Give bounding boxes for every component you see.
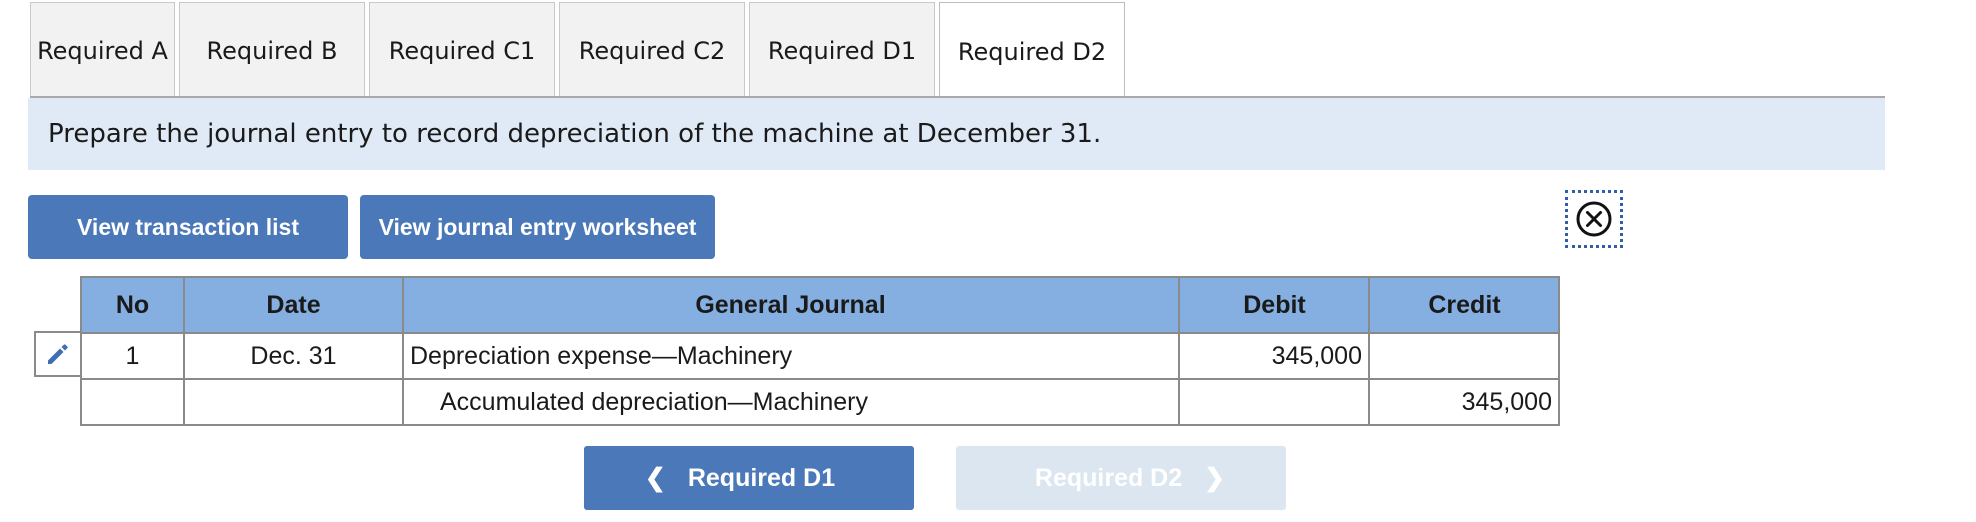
cell-account: Depreciation expense—Machinery (402, 332, 1180, 380)
edit-entry-button[interactable] (34, 331, 82, 377)
tab-label: Required A (37, 36, 168, 65)
cell-date: Dec. 31 (183, 332, 404, 380)
cell-no (80, 378, 185, 426)
tab-required-d1[interactable]: Required D1 (749, 2, 935, 98)
close-button[interactable] (1565, 190, 1623, 248)
pencil-icon (48, 344, 68, 364)
close-circle-icon (1576, 201, 1612, 237)
cell-debit: 345,000 (1178, 332, 1370, 380)
general-journal-table: No Date General Journal Debit Credit 1 D… (80, 276, 1560, 426)
table-row: Accumulated depreciation—Machinery 345,0… (80, 378, 1560, 426)
view-transaction-list-button[interactable]: View transaction list (28, 195, 348, 259)
tab-label: Required C2 (578, 36, 726, 65)
tab-required-a[interactable]: Required A (30, 2, 175, 98)
header-general-journal: General Journal (402, 276, 1180, 334)
instruction-banner: Prepare the journal entry to record depr… (28, 98, 1885, 170)
view-journal-entry-worksheet-button[interactable]: View journal entry worksheet (360, 195, 715, 259)
header-no: No (80, 276, 185, 334)
tab-label: Required D1 (767, 36, 917, 65)
table-header-row: No Date General Journal Debit Credit (80, 276, 1560, 334)
cell-credit: 345,000 (1368, 378, 1560, 426)
cell-debit (1178, 378, 1370, 426)
tab-bar: Required A Required B Required C1 Requir… (30, 2, 1129, 100)
tab-required-d2[interactable]: Required D2 (939, 2, 1125, 100)
table-row: 1 Dec. 31 Depreciation expense—Machinery… (80, 332, 1560, 380)
cell-no: 1 (80, 332, 185, 380)
tab-label: Required B (206, 36, 338, 65)
prev-required-d1-button[interactable]: ❮ Required D1 (584, 446, 914, 510)
cell-account: Accumulated depreciation—Machinery (402, 378, 1180, 426)
chevron-left-icon: ❮ (644, 464, 666, 492)
header-debit: Debit (1178, 276, 1370, 334)
header-date: Date (183, 276, 404, 334)
cell-credit (1368, 332, 1560, 380)
cell-date (183, 378, 404, 426)
chevron-right-icon: ❯ (1204, 464, 1226, 492)
next-required-d2-button: Required D2 ❯ (956, 446, 1286, 510)
button-label: View transaction list (77, 213, 299, 240)
tab-required-b[interactable]: Required B (179, 2, 365, 98)
nav-next-label: Required D2 (1034, 463, 1183, 492)
tab-label: Required D2 (957, 37, 1107, 66)
tab-required-c2[interactable]: Required C2 (559, 2, 745, 98)
header-credit: Credit (1368, 276, 1560, 334)
tab-required-c1[interactable]: Required C1 (369, 2, 555, 98)
instruction-text: Prepare the journal entry to record depr… (48, 119, 1102, 149)
tab-label: Required C1 (388, 36, 536, 65)
nav-prev-label: Required D1 (687, 463, 836, 492)
button-label: View journal entry worksheet (378, 213, 697, 240)
